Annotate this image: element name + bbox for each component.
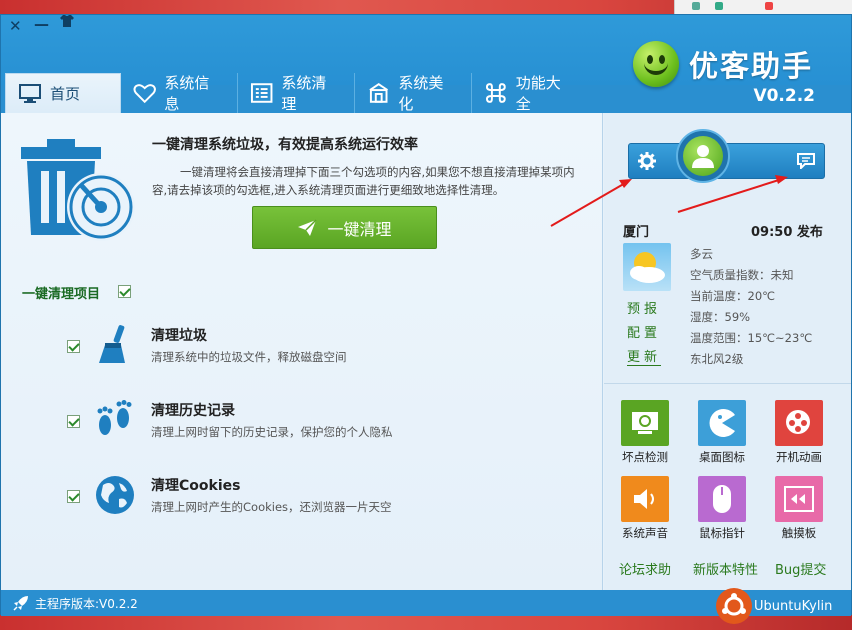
item-description: 清理上网时留下的历史记录，保护您的个人隐私	[151, 425, 393, 439]
clean-history-checkbox[interactable]	[67, 415, 80, 428]
bug-report-link[interactable]: Bug提交	[775, 559, 826, 578]
home-panel: 一键清理系统垃圾，有效提高系统运行效率 一键清理将会直接清理掉下面三个勾选项的内…	[1, 113, 603, 590]
side-panel: 厦门 09:50 发布 预报 配置 更新 多云 空气质量指数：未知 当前温度：2…	[604, 113, 851, 590]
item-title: 清理历史记录	[151, 403, 235, 419]
app-window: ✕ — 优客助手 V0.2.2 首页 系统信息 系统清理 系统美化 功能大全 一…	[0, 14, 852, 616]
divider	[604, 383, 851, 384]
tab-system-clean[interactable]: 系统清理	[238, 73, 355, 113]
tab-label: 首页	[50, 85, 81, 103]
tool-dead-pixel[interactable]: 坏点检测	[615, 400, 675, 465]
ubuntukylin-label: UbuntuKylin	[754, 598, 833, 614]
tool-label: 触摸板	[781, 526, 817, 540]
tab-label: 系统美化	[398, 74, 444, 113]
program-version: 主程序版本:V0.2.2	[35, 597, 138, 611]
tool-desktop-icons[interactable]: 桌面图标	[692, 400, 752, 465]
background-window-edge	[674, 0, 852, 14]
speaker-icon	[621, 476, 669, 522]
bg-app-icon	[715, 2, 723, 10]
feedback-button[interactable]	[788, 144, 824, 178]
monitor-icon	[19, 83, 41, 103]
weather-condition: 多云	[690, 247, 713, 261]
clean-items-title: 一键清理项目	[22, 287, 101, 302]
app-name: 优客助手	[688, 49, 813, 83]
tool-touchpad[interactable]: 触摸板	[769, 476, 829, 541]
weather-city: 厦门	[623, 225, 650, 240]
weather-publish-time: 09:50 发布	[751, 225, 823, 240]
tool-label: 桌面图标	[699, 450, 745, 464]
touchpad-icon	[775, 476, 823, 522]
weather-config-link[interactable]: 配置	[627, 322, 661, 341]
tab-system-beautify[interactable]: 系统美化	[355, 73, 472, 113]
app-logo: 优客助手	[632, 41, 813, 87]
new-features-link[interactable]: 新版本特性	[693, 559, 758, 578]
cloudy-weather-icon	[623, 243, 671, 291]
tool-label: 系统声音	[622, 526, 668, 540]
footprints-icon	[95, 400, 135, 446]
ubuntu-logo-icon	[716, 588, 752, 624]
bg-app-icon	[692, 2, 700, 10]
gear-icon	[638, 152, 656, 170]
tool-label: 鼠标指针	[699, 526, 745, 540]
tab-system-info[interactable]: 系统信息	[121, 73, 238, 113]
weather-forecast-link[interactable]: 预报	[627, 298, 661, 317]
wind: 东北风2级	[690, 352, 744, 366]
paper-plane-icon	[298, 218, 318, 236]
item-title: 清理垃圾	[151, 328, 207, 344]
shop-icon	[369, 83, 389, 103]
temperature-range: 温度范围：15℃~23℃	[690, 331, 813, 345]
menu-button[interactable]	[59, 14, 75, 32]
user-icon	[692, 145, 714, 168]
air-quality: 空气质量指数：未知	[690, 268, 794, 282]
tool-mouse-pointer[interactable]: 鼠标指针	[692, 476, 752, 541]
tool-system-sound[interactable]: 系统声音	[615, 476, 675, 541]
settings-button[interactable]	[629, 144, 665, 178]
current-temperature: 当前温度：20℃	[690, 289, 776, 303]
clean-cookies-checkbox[interactable]	[67, 490, 80, 503]
globe-icon	[95, 475, 135, 519]
tab-all-features[interactable]: 功能大全	[472, 73, 589, 113]
broom-icon	[97, 323, 131, 371]
forum-help-link[interactable]: 论坛求助	[619, 559, 671, 578]
tab-home[interactable]: 首页	[5, 73, 121, 113]
hero-description: 一键清理将会直接清理掉下面三个勾选项的内容,如果您不想直接清理掉某项内容,请去掉…	[152, 165, 575, 197]
item-description: 清理系统中的垃圾文件，释放磁盘空间	[151, 350, 347, 364]
ubuntukylin-watermark: UbuntuKylin	[716, 588, 832, 624]
item-description: 清理上网时产生的Cookies，还浏览器一片天空	[151, 500, 392, 514]
monitor-check-icon	[621, 400, 669, 446]
film-reel-icon	[775, 400, 823, 446]
app-version: V0.2.2	[753, 86, 815, 106]
message-icon	[797, 153, 815, 169]
mouse-icon	[698, 476, 746, 522]
pacman-icon	[698, 400, 746, 446]
close-button[interactable]: ✕	[9, 17, 22, 35]
tool-label: 坏点检测	[622, 450, 668, 464]
weather-update-link[interactable]: 更新	[627, 346, 662, 366]
clean-button-label: 一键清理	[327, 219, 392, 239]
tab-label: 系统清理	[281, 74, 327, 113]
bg-app-icon	[765, 2, 773, 10]
heart-icon	[133, 84, 156, 104]
main-content: 一键清理系统垃圾，有效提高系统运行效率 一键清理将会直接清理掉下面三个勾选项的内…	[1, 113, 851, 590]
tool-label: 开机动画	[776, 450, 822, 464]
smiley-logo-icon	[632, 41, 679, 87]
trash-cleaner-icon	[21, 137, 139, 253]
main-tabs: 首页 系统信息 系统清理 系统美化 功能大全	[5, 73, 589, 113]
one-click-clean-button[interactable]: 一键清理	[252, 206, 437, 249]
item-title: 清理Cookies	[151, 478, 241, 494]
user-avatar-button[interactable]	[676, 129, 730, 183]
tab-label: 功能大全	[515, 74, 561, 113]
list-icon	[250, 83, 273, 103]
clean-junk-checkbox[interactable]	[67, 340, 80, 353]
minimize-button[interactable]: —	[34, 15, 49, 33]
tool-boot-animation[interactable]: 开机动画	[769, 400, 829, 465]
humidity: 湿度：59%	[690, 310, 751, 324]
select-all-checkbox[interactable]	[118, 285, 131, 298]
tshirt-icon	[60, 15, 74, 27]
avatar	[683, 136, 723, 176]
command-key-icon	[485, 83, 506, 103]
hero-title: 一键清理系统垃圾，有效提高系统运行效率	[152, 137, 418, 153]
rocket-icon	[13, 596, 28, 611]
tab-label: 系统信息	[164, 74, 210, 113]
